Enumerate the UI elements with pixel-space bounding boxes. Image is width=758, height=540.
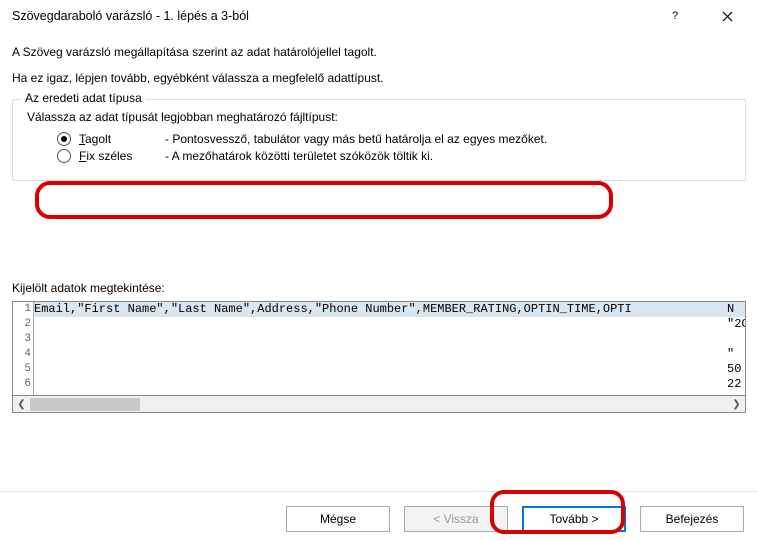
scroll-track[interactable] bbox=[30, 397, 728, 412]
intro-text-2: Ha ez igaz, lépjen tovább, egyébként vál… bbox=[12, 71, 746, 85]
cancel-button[interactable]: Mégse bbox=[286, 506, 390, 532]
preview-partial-right: N "2C " 50 22 bbox=[727, 302, 745, 392]
button-row: Mégse < Vissza Tovább > Befejezés bbox=[0, 492, 758, 540]
close-button[interactable] bbox=[704, 0, 750, 32]
line-number: 6 bbox=[13, 377, 31, 392]
next-button[interactable]: Tovább > bbox=[522, 506, 626, 532]
line-number-gutter: 1 2 3 4 5 6 bbox=[13, 302, 34, 395]
line-number: 1 bbox=[13, 302, 31, 317]
preview-row bbox=[34, 317, 745, 332]
preview-row bbox=[34, 347, 745, 362]
line-number: 4 bbox=[13, 347, 31, 362]
scroll-left-icon[interactable]: ❮ bbox=[13, 397, 30, 412]
group-instruction: Válassza az adat típusát legjobban megha… bbox=[27, 110, 731, 124]
preview-row bbox=[34, 362, 745, 377]
titlebar: Szövegdaraboló varázsló - 1. lépés a 3-b… bbox=[0, 0, 758, 33]
horizontal-scrollbar[interactable]: ❮ ❯ bbox=[12, 396, 746, 413]
radio-fixed-desc: - A mezőhatárok közötti területet szóköz… bbox=[165, 149, 433, 163]
finish-button[interactable]: Befejezés bbox=[640, 506, 744, 532]
preview-box: 1 2 3 4 5 6 Email,"First Name","Last Nam… bbox=[12, 301, 746, 396]
back-button: < Vissza bbox=[404, 506, 508, 532]
radio-delimited-row[interactable]: Tagolt - Pontosvessző, tabulátor vagy má… bbox=[57, 132, 731, 146]
close-icon bbox=[722, 11, 733, 22]
annotation-highlight-radio bbox=[35, 181, 613, 219]
scroll-right-icon[interactable]: ❯ bbox=[728, 397, 745, 412]
radio-fixed-label: Fix széles bbox=[79, 149, 157, 163]
radio-delimited-label: Tagolt bbox=[79, 132, 157, 146]
preview-row bbox=[34, 332, 745, 347]
preview-content: Email,"First Name","Last Name",Address,"… bbox=[34, 302, 745, 395]
radio-delimited-desc: - Pontosvessző, tabulátor vagy más betű … bbox=[165, 132, 547, 146]
preview-label: Kijelölt adatok megtekintése: bbox=[12, 281, 746, 295]
line-number: 5 bbox=[13, 362, 31, 377]
window-title: Szövegdaraboló varázsló - 1. lépés a 3-b… bbox=[8, 9, 652, 23]
radio-fixed[interactable] bbox=[57, 149, 71, 163]
line-number: 2 bbox=[13, 317, 31, 332]
help-button[interactable]: ? bbox=[652, 0, 698, 32]
radio-delimited[interactable] bbox=[57, 132, 71, 146]
radio-fixed-row[interactable]: Fix széles - A mezőhatárok közötti terül… bbox=[57, 149, 731, 163]
group-legend: Az eredeti adat típusa bbox=[21, 91, 146, 105]
preview-row bbox=[34, 377, 745, 392]
intro-text-1: A Szöveg varázsló megállapítása szerint … bbox=[12, 45, 746, 59]
data-type-group: Az eredeti adat típusa Válassza az adat … bbox=[12, 99, 746, 181]
dialog-content: A Szöveg varázsló megállapítása szerint … bbox=[0, 33, 758, 491]
dialog-window: Szövegdaraboló varázsló - 1. lépés a 3-b… bbox=[0, 0, 758, 540]
scroll-thumb[interactable] bbox=[30, 398, 140, 411]
line-number: 3 bbox=[13, 332, 31, 347]
preview-row: Email,"First Name","Last Name",Address,"… bbox=[34, 302, 745, 317]
